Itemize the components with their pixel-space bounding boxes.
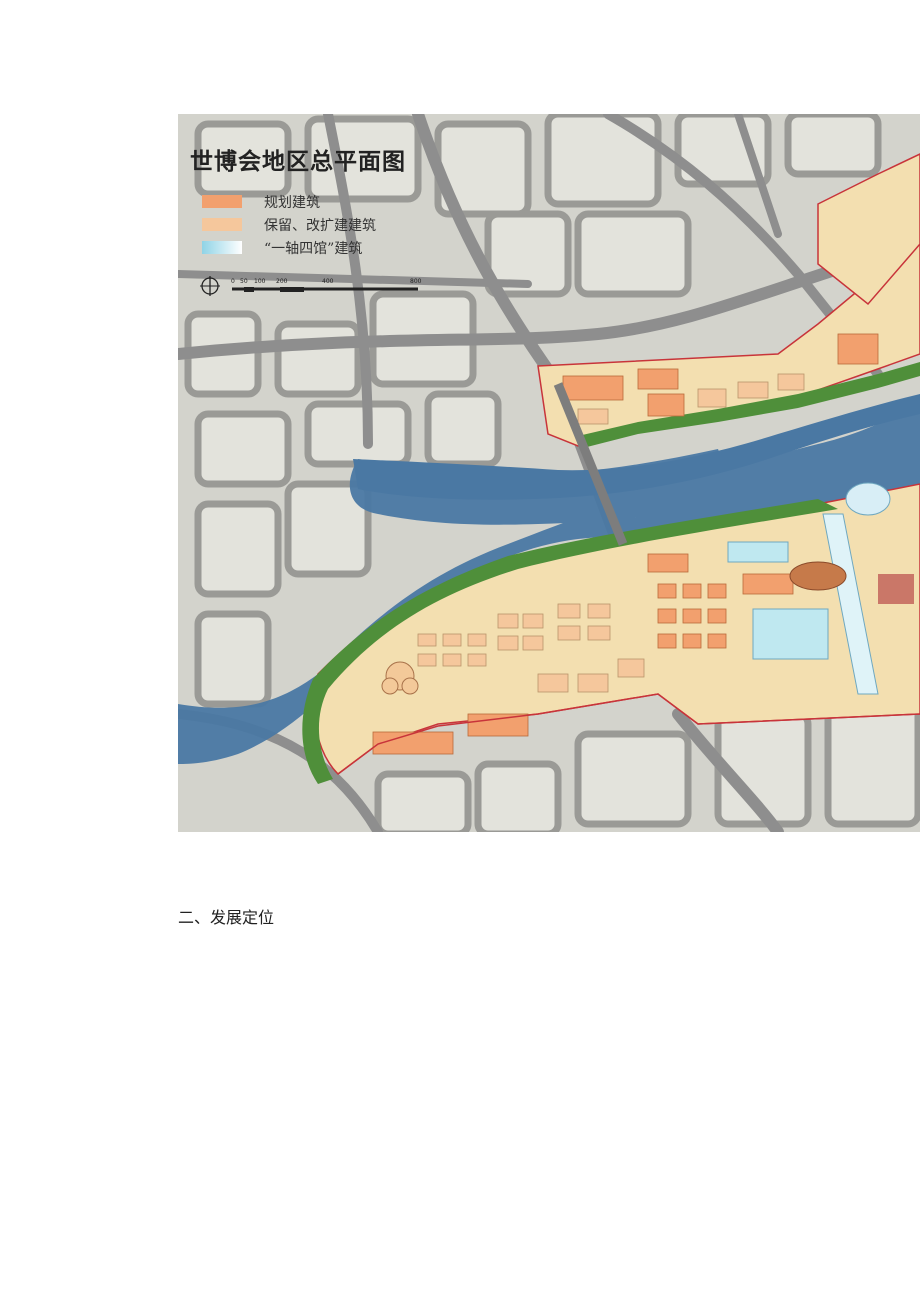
legend-swatch bbox=[202, 195, 242, 208]
scale-tick: 50 bbox=[240, 278, 248, 285]
scale-tick: 0 bbox=[231, 278, 235, 285]
section-heading: 二、发展定位 bbox=[178, 908, 275, 927]
legend-swatch bbox=[202, 241, 242, 254]
map-legend: 规划建筑 保留、改扩建建筑 “一轴四馆”建筑 bbox=[202, 190, 376, 259]
legend-item-retained: 保留、改扩建建筑 bbox=[202, 213, 376, 236]
north-arrow-icon bbox=[200, 276, 220, 296]
scale-tick: 800 bbox=[410, 278, 422, 285]
legend-label: “一轴四馆”建筑 bbox=[264, 240, 363, 257]
legend-swatch bbox=[202, 218, 242, 231]
legend-label: 保留、改扩建建筑 bbox=[264, 217, 376, 234]
map-title: 世博会地区总平面图 bbox=[190, 149, 406, 175]
scale-tick: 100 bbox=[254, 278, 266, 285]
scale-bar: 0 50 100 200 400 800 bbox=[200, 276, 422, 296]
legend-label: 规划建筑 bbox=[264, 194, 320, 211]
scale-tick: 400 bbox=[322, 278, 334, 285]
scale-tick: 200 bbox=[276, 278, 288, 285]
legend-item-pavilions: “一轴四馆”建筑 bbox=[202, 236, 376, 259]
site-plan-map: 世博会地区总平面图 规划建筑 保留、改扩建建筑 “一轴四馆”建筑 0 50 10… bbox=[178, 114, 920, 832]
legend-item-planned: 规划建筑 bbox=[202, 190, 376, 213]
